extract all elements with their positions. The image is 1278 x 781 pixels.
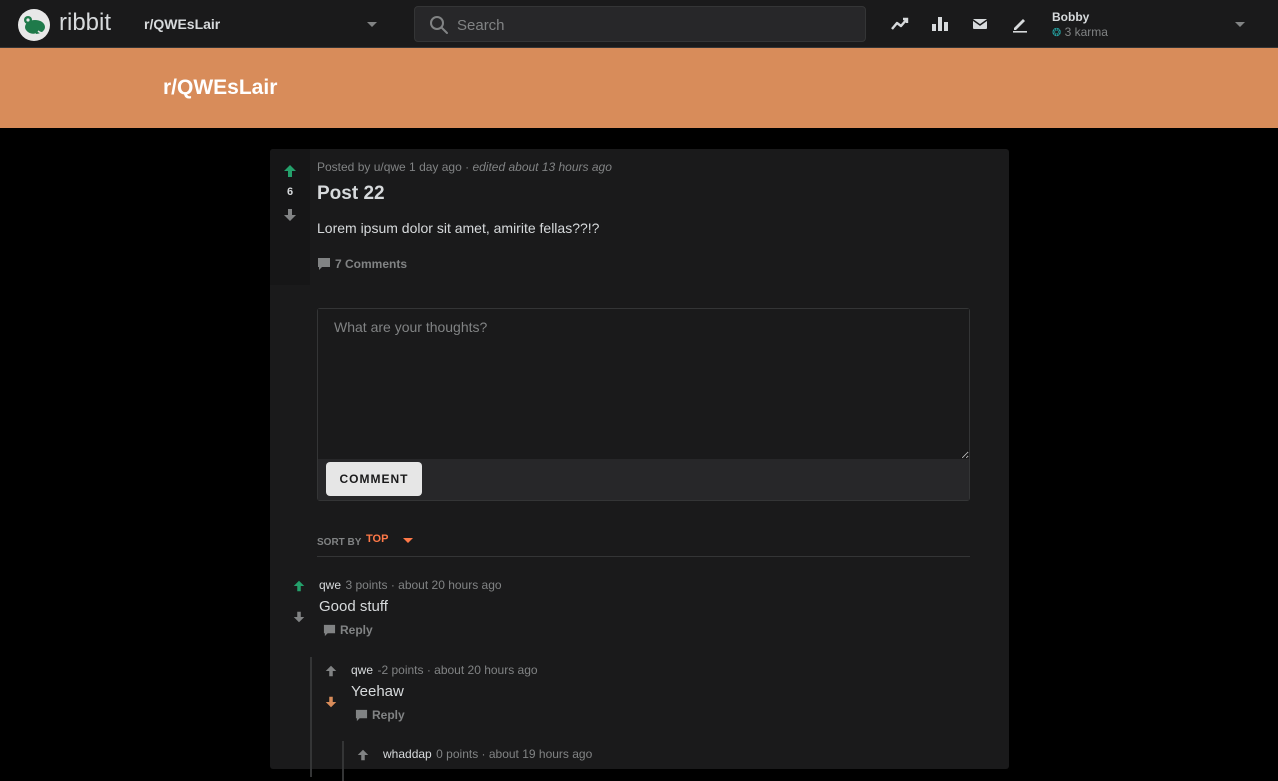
comment-text: Good stuff xyxy=(319,598,388,615)
search-icon xyxy=(430,16,448,34)
mail-icon[interactable] xyxy=(970,14,990,34)
sort-value: TOP xyxy=(366,533,389,545)
sort-dropdown[interactable]: TOP xyxy=(366,532,426,552)
comment: qwe 3 points · about 20 hours ago Good s… xyxy=(292,575,952,645)
reply-button[interactable]: Reply xyxy=(323,623,373,637)
create-post-pencil-icon[interactable] xyxy=(1010,14,1030,34)
reply-button[interactable]: Reply xyxy=(355,708,405,722)
comment-header: qwe 3 points · about 20 hours ago xyxy=(319,576,502,594)
downvote-arrow-icon[interactable] xyxy=(292,610,306,624)
subreddit-banner: r/QWEsLair xyxy=(0,48,1278,128)
comment-form-footer: COMMENT xyxy=(318,459,969,500)
post-body: Lorem ipsum dolor sit amet, amirite fell… xyxy=(317,220,600,236)
comment-form: COMMENT xyxy=(317,308,970,501)
subreddit-dropdown[interactable]: r/QWEsLair xyxy=(130,8,390,40)
chevron-down-icon xyxy=(1235,22,1245,27)
subreddit-title: r/QWEsLair xyxy=(163,76,278,99)
thread-line[interactable] xyxy=(342,741,344,781)
thread-line[interactable] xyxy=(310,657,312,777)
post-title[interactable]: Post 22 xyxy=(317,183,385,205)
search-bar[interactable] xyxy=(414,6,866,43)
upvote-arrow-icon[interactable] xyxy=(292,579,306,593)
chevron-down-icon xyxy=(367,22,377,27)
comments-count-link[interactable]: 7 Comments xyxy=(317,257,407,271)
trending-icon[interactable] xyxy=(890,14,910,34)
search-input[interactable] xyxy=(455,7,859,43)
comment-submit-button[interactable]: COMMENT xyxy=(326,462,422,496)
top-navbar: ribbit r/QWEsLair Bobby ❂ 3 karma xyxy=(0,0,1278,48)
comments-count-label: 7 Comments xyxy=(335,257,408,271)
comment: qwe -2 points · about 20 hours ago Yeeha… xyxy=(324,660,944,730)
reply-label: Reply xyxy=(372,708,405,722)
comment-meta: 0 points · about 19 hours ago xyxy=(436,747,593,761)
comment-icon xyxy=(323,624,336,637)
comment-meta: 3 points · about 20 hours ago xyxy=(345,578,502,592)
chevron-down-icon xyxy=(403,538,413,543)
comment-author[interactable]: qwe xyxy=(351,663,373,677)
comment-header: qwe -2 points · about 20 hours ago xyxy=(351,661,538,679)
downvote-arrow-icon[interactable] xyxy=(282,207,298,223)
frog-logo-icon[interactable] xyxy=(18,9,50,41)
comment-text: Yeehaw xyxy=(351,683,404,700)
post-meta: Posted by u/qwe 1 day ago · edited about… xyxy=(317,160,612,174)
downvote-arrow-icon[interactable] xyxy=(324,695,338,709)
comment-meta: -2 points · about 20 hours ago xyxy=(377,663,538,677)
comment-header: whaddap 0 points · about 19 hours ago xyxy=(383,745,592,763)
post-score: 6 xyxy=(286,186,294,198)
upvote-arrow-icon[interactable] xyxy=(282,163,298,179)
comment-textarea[interactable] xyxy=(318,309,969,459)
comment-author[interactable]: whaddap xyxy=(383,747,432,761)
karma-value: 3 karma xyxy=(1064,25,1108,39)
post-vote-column: 6 xyxy=(270,149,310,285)
sort-bar: SORT BY TOP xyxy=(317,532,970,557)
karma-icon: ❂ xyxy=(1052,27,1062,39)
comment-icon xyxy=(355,709,368,722)
karma-display: ❂ 3 karma xyxy=(1052,25,1108,39)
sort-label: SORT BY xyxy=(317,537,362,548)
post-card: 6 Posted by u/qwe 1 day ago · edited abo… xyxy=(270,149,1009,781)
brand-name[interactable]: ribbit xyxy=(59,9,111,37)
username: Bobby xyxy=(1052,10,1090,24)
comment-icon xyxy=(318,258,330,270)
upvote-arrow-icon[interactable] xyxy=(324,664,338,678)
subreddit-dropdown-label: r/QWEsLair xyxy=(144,16,221,32)
post-edited-time: edited about 13 hours ago xyxy=(472,160,612,174)
post-author-time: Posted by u/qwe 1 day ago · xyxy=(317,160,473,174)
leaderboard-icon[interactable] xyxy=(930,14,950,34)
comment-author[interactable]: qwe xyxy=(319,578,341,592)
comment: whaddap 0 points · about 19 hours ago xyxy=(356,744,916,774)
upvote-arrow-icon[interactable] xyxy=(356,748,370,762)
reply-label: Reply xyxy=(340,623,373,637)
user-menu-dropdown[interactable]: Bobby ❂ 3 karma xyxy=(1040,6,1260,42)
